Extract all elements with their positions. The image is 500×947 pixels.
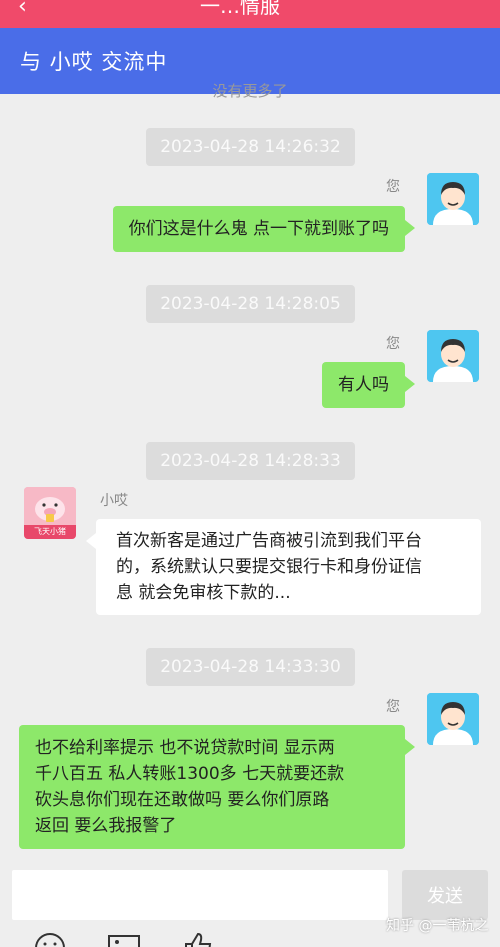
user-avatar-icon [427,173,479,225]
app-title: 一…情服 [200,0,280,18]
my-message-bubble[interactable]: 有人吗 [322,362,415,408]
my-message-bubble[interactable]: 你们这是什么鬼 点一下就到账了吗 [112,206,416,252]
user-avatar-icon [427,330,479,382]
bot-avatar[interactable]: 飞天小猪 [24,487,76,539]
sender-name: 您 [386,179,400,195]
chat-title: 与 小哎 交流中 [20,50,168,74]
message-line: 也不给利率提示 也不说贷款时间 显示两 [35,738,335,758]
timestamp: 2023-04-28 14:26:32 [146,128,355,166]
message-input[interactable] [12,870,388,920]
message-line: 返回 要么我报警了 [35,816,177,836]
my-message-bubble[interactable]: 也不给利率提示 也不说贷款时间 显示两 千八百五 私人转账1300多 七天就要还… [19,725,415,849]
sender-name: 小哎 [100,493,128,509]
user-avatar[interactable] [427,173,479,225]
thumbs-up-icon[interactable] [180,930,216,947]
timestamp: 2023-04-28 14:33:30 [146,648,355,686]
timestamp: 2023-04-28 14:28:05 [146,285,355,323]
app-topbar: ‹ 一…情服 [0,0,500,28]
back-icon[interactable]: ‹ [18,0,27,19]
send-button[interactable]: 发送 [402,870,488,920]
user-avatar-icon [427,693,479,745]
bot-message-bubble[interactable]: 首次新客是通过广告商被引流到我们平台 的，系统默认只要提交银行卡和身份证信 息 … [86,519,481,615]
message-line: 千八百五 私人转账1300多 七天就要还款 [35,764,345,784]
input-bar: 发送 知乎 @一苇杭之 [0,860,500,947]
user-avatar[interactable] [427,330,479,382]
message-line: 首次新客是通过广告商被引流到我们平台 [116,531,422,551]
watermark: 知乎 @一苇杭之 [386,918,489,934]
sender-name: 您 [386,699,400,715]
message-line: 息 就会免审核下款的... [116,583,291,603]
smile-icon[interactable] [32,930,68,947]
message-line: 砍头息你们现在还敢做吗 要么你们原路 [35,790,330,810]
user-avatar[interactable] [427,693,479,745]
sender-name: 您 [386,336,400,352]
message-line: 的，系统默认只要提交银行卡和身份证信 [116,557,422,577]
bot-avatar-label: 飞天小猪 [34,527,66,536]
image-icon[interactable] [106,930,142,947]
timestamp: 2023-04-28 14:28:33 [146,442,355,480]
history-more-text: 没有更多了 [212,82,288,98]
